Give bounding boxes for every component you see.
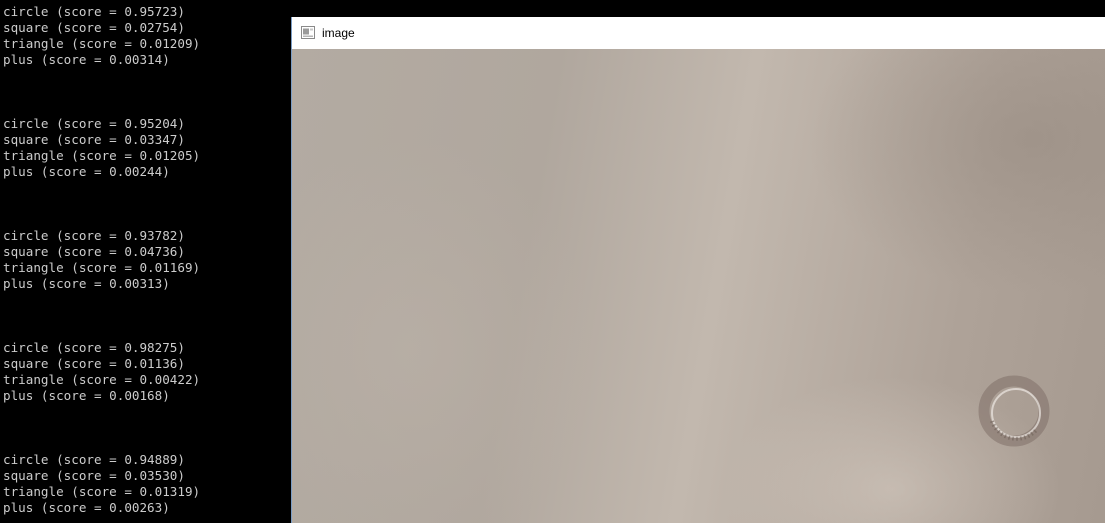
app-window-icon (301, 26, 315, 39)
console-line: plus (score = 0.00314) (3, 52, 170, 67)
console-line: triangle (score = 0.01209) (3, 36, 201, 51)
console-line: circle (score = 0.98275) (3, 340, 185, 355)
console-group: circle (score = 0.94889) square (score =… (3, 452, 200, 516)
console-line: square (score = 0.02754) (3, 20, 185, 35)
console-group: circle (score = 0.95204) square (score =… (3, 116, 200, 180)
console-line: circle (score = 0.94889) (3, 452, 185, 467)
console-line: square (score = 0.03347) (3, 132, 185, 147)
console-line: circle (score = 0.95204) (3, 116, 185, 131)
console-line: triangle (score = 0.01169) (3, 260, 201, 275)
console-line: plus (score = 0.00313) (3, 276, 170, 291)
console-group: circle (score = 0.98275) square (score =… (3, 340, 200, 404)
window-title: image (322, 26, 355, 40)
console-line: circle (score = 0.95723) (3, 4, 185, 19)
console-group: circle (score = 0.93782) square (score =… (3, 228, 200, 292)
window-titlebar[interactable]: image (292, 17, 1105, 49)
console-line: square (score = 0.01136) (3, 356, 185, 371)
console-group: circle (score = 0.95723) square (score =… (3, 4, 200, 68)
console-line: plus (score = 0.00244) (3, 164, 170, 179)
camera-frame (292, 49, 1105, 523)
console-line: triangle (score = 0.00422) (3, 372, 201, 387)
console-output: circle (score = 0.95723) square (score =… (3, 4, 200, 516)
console-line: triangle (score = 0.01205) (3, 148, 201, 163)
console-line: plus (score = 0.00263) (3, 500, 170, 515)
image-window[interactable]: image (291, 17, 1105, 523)
console-line: square (score = 0.03530) (3, 468, 185, 483)
console-line: plus (score = 0.00168) (3, 388, 170, 403)
drawn-circle-icon (978, 375, 1050, 447)
console-line: square (score = 0.04736) (3, 244, 185, 259)
console-line: circle (score = 0.93782) (3, 228, 185, 243)
console-line: triangle (score = 0.01319) (3, 484, 201, 499)
